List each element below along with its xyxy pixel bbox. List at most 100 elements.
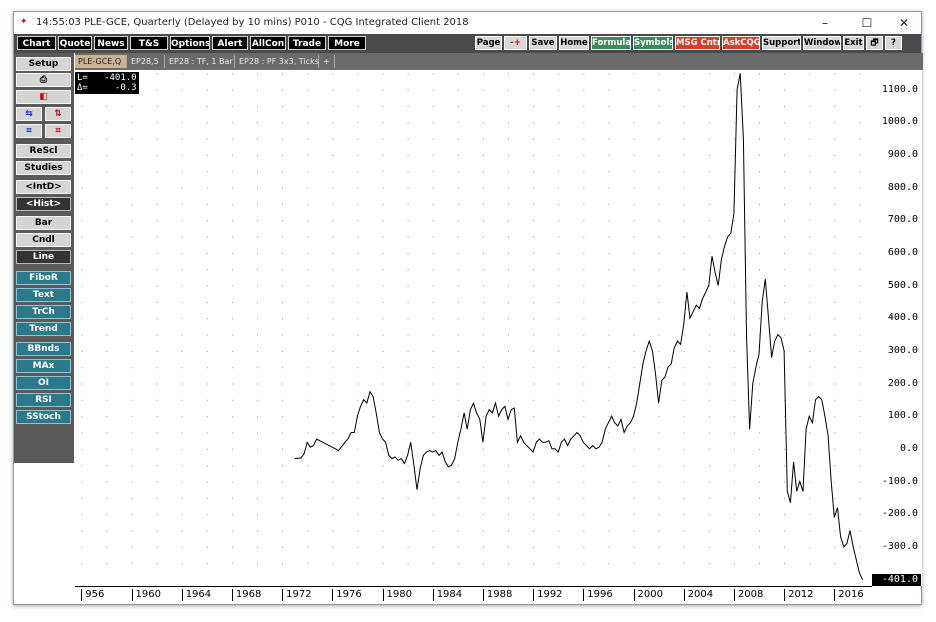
x-tick-label: 1980	[382, 589, 412, 601]
x-tick-label: 2008	[733, 589, 763, 601]
y-tick-label: -100.0	[881, 475, 918, 487]
toolbar-msg-cntr-button[interactable]: MSG Cntr	[675, 36, 720, 50]
main-toolbar: Chart Quote News T&S Options Alert AllCon Trade…	[14, 34, 921, 53]
price-series-line	[294, 73, 864, 581]
chart-tab-bar: PLE-GCE,Q EP28,5 EP28 : TF, 1 Bar EP28 : PF…	[75, 53, 923, 70]
toolbar-symbols-button[interactable]: Symbols	[633, 36, 673, 50]
minimize-button[interactable]: –	[810, 15, 840, 31]
chart-tab-ep28-5[interactable]: EP28,5	[128, 55, 165, 68]
y-tick-label: 800.0	[887, 181, 918, 193]
price-chart	[81, 73, 864, 581]
menu-chart-button[interactable]: Chart	[17, 36, 56, 50]
x-tick-label: 956	[81, 589, 104, 601]
x-tick-label: 1988	[482, 589, 512, 601]
x-tick-label: 2012	[784, 589, 814, 601]
x-tick-label: 1964	[181, 589, 211, 601]
title-bar: ✦ 14:55:03 PLE-GCE, Quarterly (Delayed b…	[14, 12, 921, 34]
x-tick-label: 1976	[332, 589, 362, 601]
last-value-marker: -401.0	[872, 573, 921, 586]
chart-tab-ep28-tf-1-bar[interactable]: EP28 : TF, 1 Bar	[166, 55, 235, 68]
sidebar-trch-button[interactable]: TrCh	[16, 305, 71, 319]
toolbar-support-button[interactable]: Support	[762, 36, 801, 50]
sidebar-bbnds-button[interactable]: BBnds	[16, 342, 71, 356]
sidebar-studies-button[interactable]: Studies	[16, 161, 71, 175]
menu-news-button[interactable]: News	[94, 36, 128, 50]
sidebar-text-button[interactable]: Text	[16, 288, 71, 302]
sidebar-sstoch-button[interactable]: SStoch	[16, 410, 71, 424]
sidebar-bar-button[interactable]: Bar	[16, 216, 71, 230]
sidebar-oi-button[interactable]: OI	[16, 376, 71, 390]
x-tick-label: 1996	[583, 589, 613, 601]
cursor-info-box: L= -401.0 Δ= -0.3	[75, 72, 139, 94]
grid-blue-icon[interactable]: ⌗	[16, 124, 42, 138]
grid-red-icon[interactable]: ⌗	[45, 124, 71, 138]
chart-layout-icon[interactable]: ◧	[16, 90, 71, 104]
cqg-logo-icon: ✦	[20, 17, 28, 27]
toolbar-askcqg-button[interactable]: AskCQG	[722, 36, 760, 50]
swap-vertical-icon[interactable]: ⇅	[45, 107, 71, 121]
x-tick-label: 2000	[633, 589, 663, 601]
sidebar-cndl-button[interactable]: Cndl	[16, 233, 71, 247]
y-tick-label: 400.0	[887, 312, 918, 324]
toolbar-save-button[interactable]: Save	[529, 36, 557, 50]
x-tick-label: 2004	[683, 589, 713, 601]
sidebar-intd-button[interactable]: <IntD>	[16, 180, 71, 194]
sidebar-line-button[interactable]: Line	[16, 250, 71, 264]
x-tick-label: 2016	[834, 589, 864, 601]
toolbar-exit-button[interactable]: Exit	[843, 36, 864, 50]
sidebar-rsi-button[interactable]: RSI	[16, 393, 71, 407]
toolbar-home-button[interactable]: Home	[559, 36, 589, 50]
info-level: L= -401.0	[77, 73, 137, 83]
y-tick-label: 600.0	[887, 246, 918, 258]
toolbar-window-button[interactable]: Window	[803, 36, 841, 50]
chart-tab-ep28-pf-3x3-ticks[interactable]: EP28 : PF 3x3, Ticks	[236, 55, 319, 68]
price-axis[interactable]: 1100.0 1000.0 900.0 800.0 700.0 600.0 500.0 400…	[872, 70, 922, 586]
x-tick-label: 1992	[533, 589, 563, 601]
x-tick-label: 1960	[131, 589, 161, 601]
time-axis[interactable]: 956 1960 1964 1968 1972 1976 1980 1984 1988 1992 1…	[75, 586, 872, 603]
restore-window-icon[interactable]: 🗗	[866, 36, 883, 50]
chart-plot-area[interactable]	[75, 70, 872, 586]
sidebar-fibor-button[interactable]: FiboR	[16, 271, 71, 285]
x-tick-label: 1968	[231, 589, 261, 601]
chart-sidebar: Setup ⎙ ◧ ⇆ ⇅ ⌗ ⌗ ReScl Studies <IntD> <Hist> Bar Cn…	[14, 53, 74, 463]
y-tick-label: 0.0	[899, 442, 918, 454]
x-tick-label: 1972	[282, 589, 312, 601]
swap-horizontal-icon[interactable]: ⇆	[16, 107, 42, 121]
add-tab-button[interactable]: +	[320, 55, 335, 68]
menu-options-button[interactable]: Options	[170, 36, 210, 50]
menu-quote-button[interactable]: Quote	[58, 36, 92, 50]
menu-allcon-button[interactable]: AllCon	[250, 36, 286, 50]
menu-more-button[interactable]: More	[328, 36, 366, 50]
page-navigate-button[interactable]: -+	[504, 36, 527, 50]
menu-trade-button[interactable]: Trade	[288, 36, 326, 50]
help-button[interactable]: ?	[885, 36, 902, 50]
printer-icon[interactable]: ⎙	[16, 73, 71, 87]
window-title: 14:55:03 PLE-GCE, Quarterly (Delayed by …	[36, 17, 469, 28]
y-tick-label: 500.0	[887, 279, 918, 291]
y-tick-label: 700.0	[887, 214, 918, 226]
x-tick-label: 1984	[432, 589, 462, 601]
y-tick-label: -200.0	[881, 508, 918, 520]
sidebar-rescl-button[interactable]: ReScl	[16, 144, 71, 158]
y-tick-label: 200.0	[887, 377, 918, 389]
chart-tab-ple-gce-q[interactable]: PLE-GCE,Q	[75, 55, 127, 68]
menu-t-s-button[interactable]: T&S	[130, 36, 168, 50]
y-tick-label: 1100.0	[881, 83, 918, 95]
maximize-button[interactable]: ☐	[852, 15, 882, 31]
sidebar-hist-button[interactable]: <Hist>	[16, 197, 71, 211]
sidebar-max-button[interactable]: MAx	[16, 359, 71, 373]
app-window: ✦ 14:55:03 PLE-GCE, Quarterly (Delayed b…	[13, 11, 923, 605]
setup-button[interactable]: Setup	[16, 57, 71, 71]
y-tick-label: 1000.0	[881, 116, 918, 128]
toolbar-page-button[interactable]: Page	[475, 36, 502, 50]
y-tick-label: 900.0	[887, 148, 918, 160]
menu-alert-button[interactable]: Alert	[212, 36, 248, 50]
close-button[interactable]: ✕	[889, 15, 919, 31]
toolbar-formula-button[interactable]: Formula	[591, 36, 631, 50]
sidebar-trend-button[interactable]: Trend	[16, 322, 71, 336]
info-delta: Δ= -0.3	[77, 83, 137, 93]
y-tick-label: 300.0	[887, 344, 918, 356]
y-tick-label: 100.0	[887, 410, 918, 422]
y-tick-label: -300.0	[881, 540, 918, 552]
